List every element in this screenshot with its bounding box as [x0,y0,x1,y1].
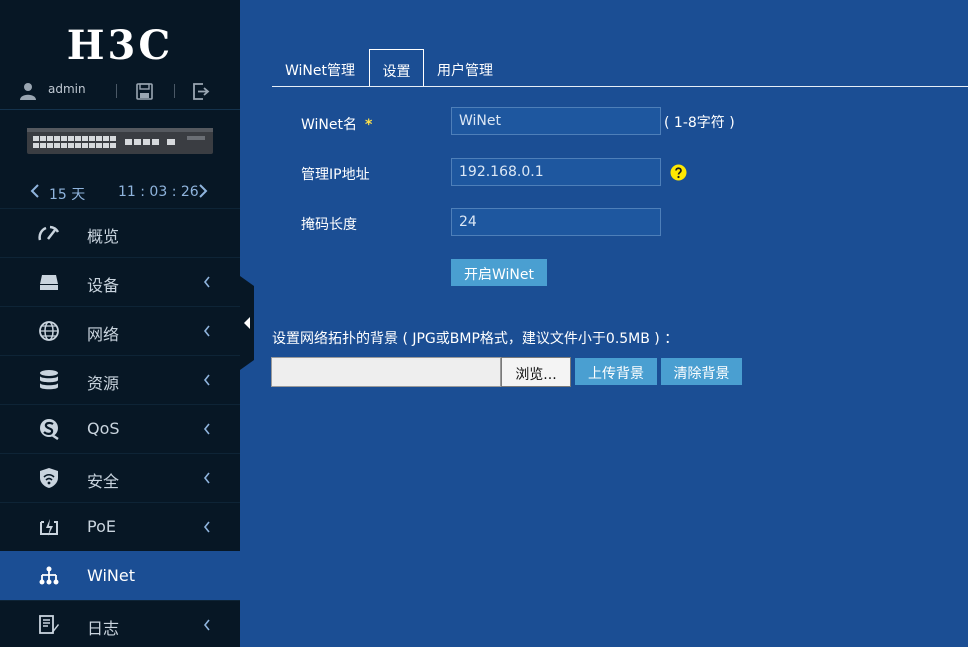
sidebar-item-label: PoE [87,517,116,536]
mask-length-label: 掩码长度 [301,217,357,233]
mgmt-ip-label: 管理IP地址 [301,167,370,183]
logout-icon[interactable] [192,83,210,100]
sidebar-item-overview[interactable]: 概览 [0,208,240,257]
background-file-input[interactable] [271,357,501,387]
chevron-left-icon [203,521,210,533]
winet-name-input[interactable]: WiNet [451,107,661,135]
divider [116,84,117,98]
qos-icon [40,419,59,440]
sidebar-item-log[interactable]: 日志 [0,600,240,647]
sidebar-item-network[interactable]: 网络 [0,306,240,355]
h3c-logo: H3C [66,22,174,69]
sidebar-item-label: 日志 [87,619,120,638]
enable-winet-button[interactable]: 开启WiNet [451,259,547,286]
sidebar-nav: 概览 设备 网络 资源 QoS 安全 PoE WiNet 日志 [0,208,240,647]
tab-divider [272,86,968,87]
chevron-left-icon [203,276,210,288]
uptime-clock: 11 : 03 : 26 [118,184,199,200]
sidebar-item-label: WiNet [87,566,135,585]
sidebar-item-label: QoS [87,419,120,438]
sidebar-item-label: 资源 [87,374,120,393]
sidebar-item-label: 安全 [87,472,120,491]
winet-name-label-text: WiNet名 [301,117,357,133]
sidebar-item-poe[interactable]: PoE [0,502,240,551]
sidebar-item-winet[interactable]: WiNet [0,551,240,600]
uptime-bar: 15 天 11 : 03 : 26 [0,178,240,208]
username-label: admin [48,82,86,96]
sidebar-item-qos[interactable]: QoS [0,404,240,453]
browse-button[interactable]: 浏览... [501,357,571,387]
mask-length-input[interactable]: 24 [451,208,661,236]
sidebar-item-label: 网络 [87,325,120,344]
required-star: * [365,117,373,133]
globe-icon [39,321,59,341]
divider [174,84,175,98]
help-icon[interactable] [670,164,687,181]
sidebar: H3C admin 15 天 11: 03: 26 概览 设备 网络 资源 … [0,0,240,647]
chevron-left-icon [203,423,210,435]
sidebar-item-label: 概览 [87,227,120,246]
sidebar-item-label: 设备 [87,276,120,295]
sidebar-item-device[interactable]: 设备 [0,257,240,306]
chevron-left-icon [203,374,210,386]
tab-user-management[interactable]: 用户管理 [425,49,505,87]
user-icon [20,83,36,100]
log-icon [39,615,59,634]
database-icon [40,370,58,390]
user-toolbar: admin [0,76,240,110]
poe-icon [40,519,58,536]
winet-name-hint: ( 1-8字符 ) [664,115,735,131]
shield-icon [40,468,58,488]
clear-background-button[interactable]: 清除背景 [661,358,742,385]
chevron-left-icon [203,619,210,631]
chevron-left-icon [203,325,210,337]
winet-name-label: WiNet名 * [301,114,372,134]
sidebar-item-resources[interactable]: 资源 [0,355,240,404]
upload-background-button[interactable]: 上传背景 [575,358,657,385]
save-icon[interactable] [136,83,153,100]
chevron-left-icon[interactable] [30,184,40,198]
switch-device-image [27,128,213,154]
dashboard-gauge-icon [38,225,60,241]
tab-settings[interactable]: 设置 [369,49,424,87]
sidebar-collapse-toggle[interactable] [240,276,254,370]
tab-winet-management[interactable]: WiNet管理 [272,49,368,87]
topology-background-label: 设置网络拓扑的背景 ( JPG或BMP格式，建议文件小于0.5MB ) ： [272,331,679,347]
sidebar-item-security[interactable]: 安全 [0,453,240,502]
device-panel [0,110,240,178]
device-icon [40,275,58,290]
mgmt-ip-input[interactable]: 192.168.0.1 [451,158,661,186]
uptime-days: 15 天 [49,187,86,203]
chevron-left-icon [203,472,210,484]
chevron-right-icon[interactable] [198,184,208,198]
network-tree-icon [39,566,59,585]
